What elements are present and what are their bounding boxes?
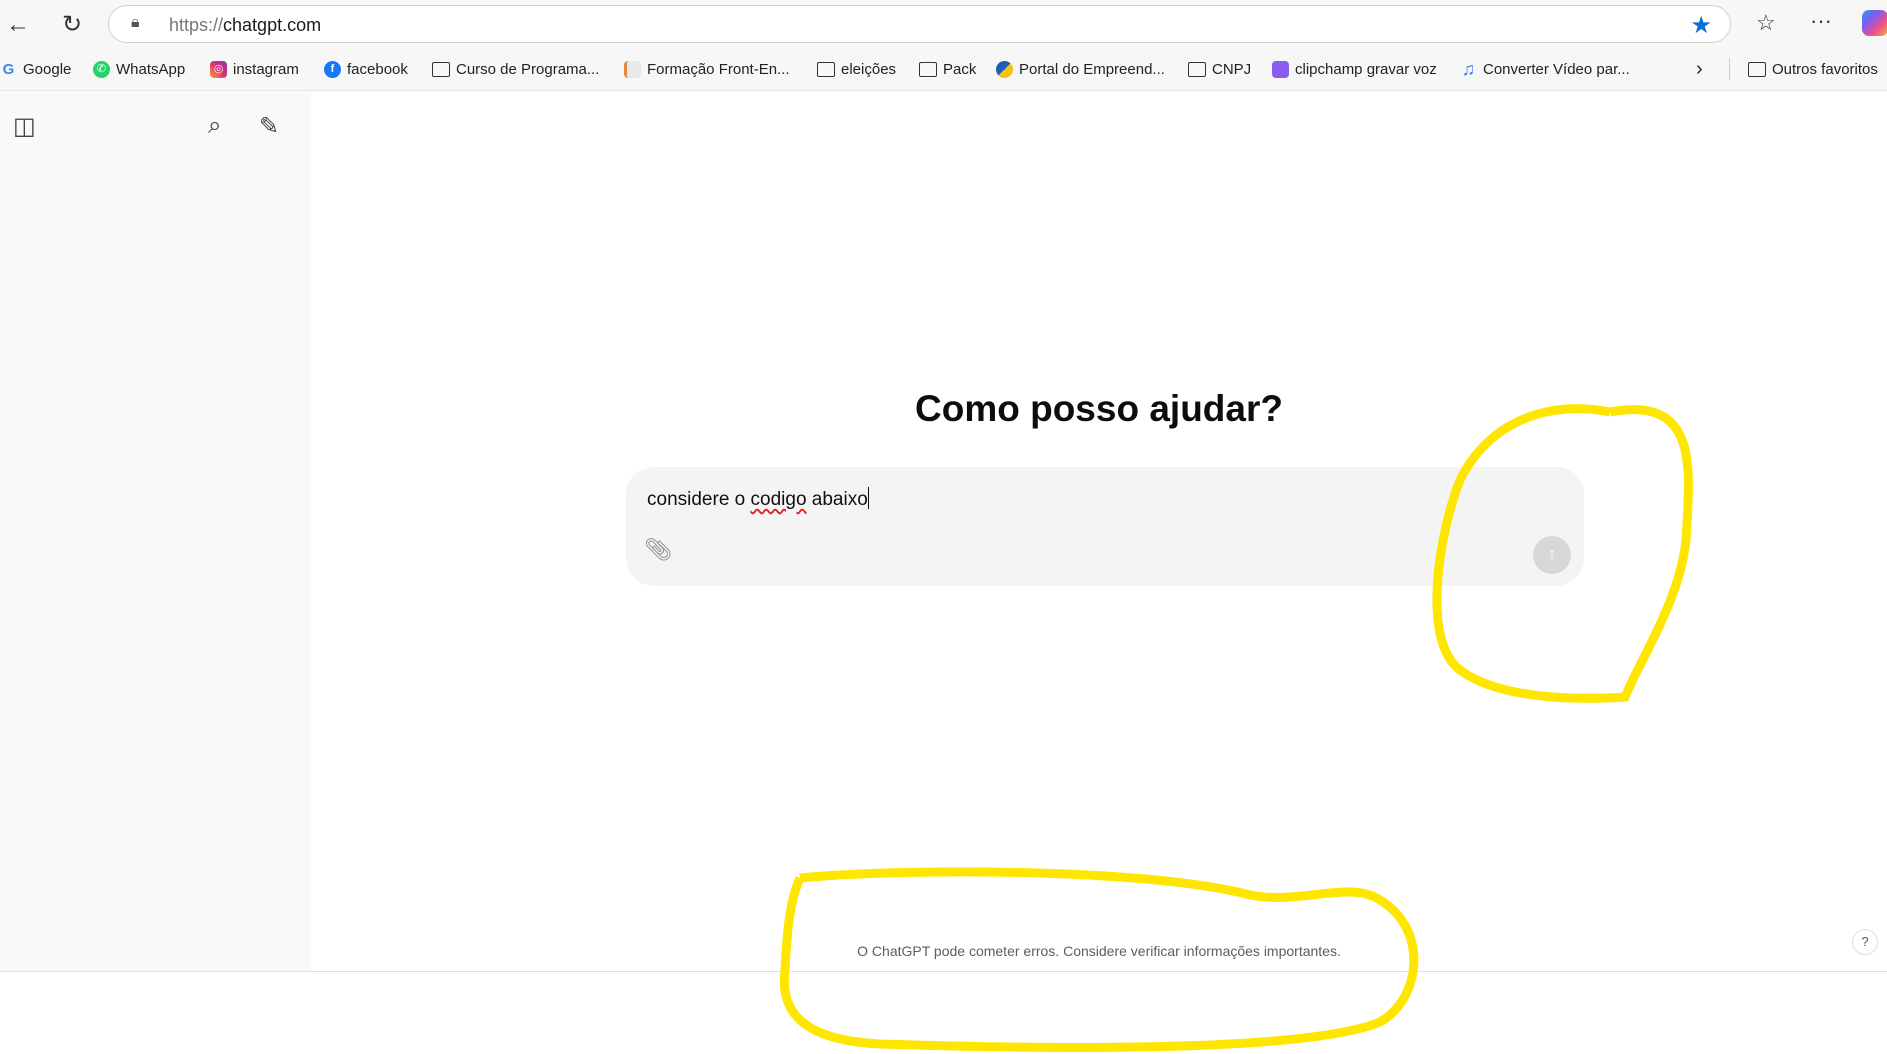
bookmark-portal[interactable]: Portal do Empreend... <box>996 58 1165 80</box>
bookmark-label: Formação Front-En... <box>647 60 790 78</box>
disclaimer: O ChatGPT pode cometer erros. Considere … <box>857 943 1341 959</box>
browser-toolbar: ← ↻ 🔒︎ https://chatgpt.com ★ ☆ ··· G Goog… <box>0 0 1887 91</box>
bookmark-label: CNPJ <box>1212 60 1252 78</box>
bookmark-outros-favoritos[interactable]: Outros favoritos <box>1748 58 1878 80</box>
bottom-area <box>0 971 1887 1054</box>
lock-icon: 🔒︎ <box>131 14 140 31</box>
folder-icon <box>1188 61 1206 77</box>
favorites-icon[interactable]: ☆ <box>1756 10 1776 36</box>
bookmark-label: instagram <box>233 60 299 78</box>
sidebar-toggle-icon[interactable]: ◫ <box>13 112 36 141</box>
bookmark-folder-eleicoes[interactable]: eleições <box>817 58 896 80</box>
back-icon[interactable]: ← <box>3 10 33 40</box>
bookmark-label: clipchamp gravar voz <box>1295 60 1437 78</box>
gov-icon <box>996 60 1013 78</box>
copilot-icon[interactable] <box>1862 10 1887 36</box>
new-chat-icon[interactable]: ✎ <box>259 112 279 141</box>
facebook-icon: f <box>324 60 341 78</box>
bookmark-label: Curso de Programa... <box>456 60 600 78</box>
bookmark-label: WhatsApp <box>116 60 186 78</box>
bookmark-label: facebook <box>347 60 408 78</box>
bookmark-clipchamp[interactable]: clipchamp gravar voz <box>1272 58 1437 80</box>
bookmark-folder-cnpj[interactable]: CNPJ <box>1188 58 1251 80</box>
search-icon[interactable]: ⌕ <box>208 112 221 140</box>
whatsapp-icon: ✆ <box>93 60 110 78</box>
folder-icon <box>1748 61 1766 77</box>
prompt-input[interactable]: considere o codigo abaixo <box>647 487 870 511</box>
music-icon: ♫ <box>1461 58 1476 79</box>
bookmark-label: Converter Vídeo par... <box>1483 60 1630 78</box>
folder-icon <box>919 61 937 77</box>
favorite-star-icon[interactable]: ★ <box>1690 11 1712 40</box>
prompt-composer[interactable]: considere o codigo abaixo 📎︎ ↑ <box>626 467 1584 586</box>
bookmark-formacao[interactable]: Formação Front-En... <box>624 58 790 80</box>
address-bar[interactable]: 🔒︎ https://chatgpt.com ★ <box>108 5 1731 43</box>
bookmark-instagram[interactable]: ◎ instagram <box>210 58 299 80</box>
google-icon: G <box>2 60 15 78</box>
bookmark-label: Portal do Empreend... <box>1019 60 1165 78</box>
bookmark-label: Outros favoritos <box>1772 60 1878 78</box>
folder-icon <box>817 61 835 77</box>
bookmark-facebook[interactable]: f facebook <box>324 58 408 80</box>
bookmark-folder-curso[interactable]: Curso de Programa... <box>432 58 599 80</box>
refresh-icon[interactable]: ↻ <box>57 10 87 40</box>
site-icon <box>624 60 641 78</box>
more-icon[interactable]: ··· <box>1810 8 1832 34</box>
bookmark-google[interactable]: G Google <box>0 58 72 80</box>
sidebar <box>0 91 311 972</box>
instagram-icon: ◎ <box>210 60 227 78</box>
page-title: Como posso ajudar? <box>915 388 1283 429</box>
folder-icon <box>432 61 450 77</box>
bookmark-whatsapp[interactable]: ✆ WhatsApp <box>93 58 185 80</box>
divider <box>1729 58 1730 80</box>
clipchamp-icon <box>1272 60 1289 78</box>
bookmark-label: eleições <box>841 60 897 78</box>
bookmark-label: Pack <box>943 60 977 78</box>
bookmark-label: Google <box>23 60 72 78</box>
bookmark-converter[interactable]: ♫ Converter Vídeo par... <box>1460 58 1630 80</box>
help-button[interactable]: ? <box>1852 929 1878 955</box>
bookmark-folder-pack[interactable]: Pack <box>919 58 976 80</box>
url-text: https://chatgpt.com <box>169 15 322 35</box>
chevron-right-icon[interactable]: › <box>1696 58 1703 80</box>
attach-icon[interactable]: 📎︎ <box>644 537 672 563</box>
send-button[interactable]: ↑ <box>1533 536 1571 574</box>
